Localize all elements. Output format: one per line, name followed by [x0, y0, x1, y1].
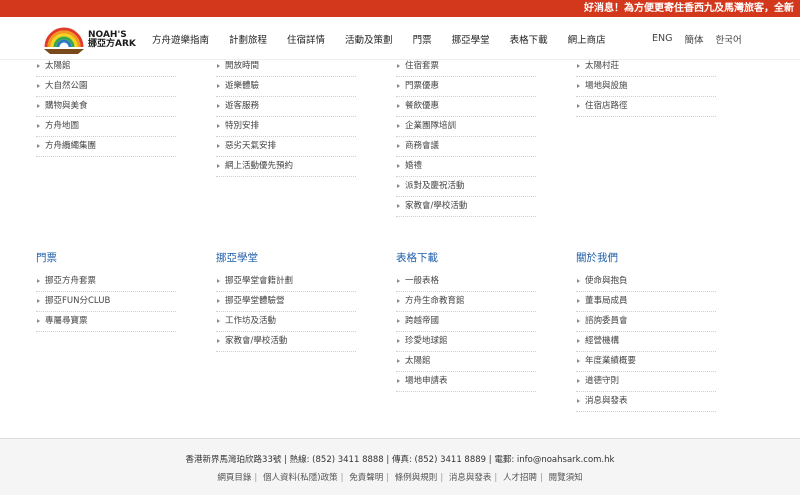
sitemap-link[interactable]: 惡劣天氣安排 — [216, 137, 356, 157]
sitemap-col-accommodation: 太陽村莊 場地與設施 住宿店路徑 — [576, 57, 726, 117]
sitemap-heading[interactable]: 關於我們 — [576, 250, 726, 264]
nav-events[interactable]: 活動及策劃 — [345, 32, 393, 46]
lang-simplified[interactable]: 簡体 — [684, 32, 703, 46]
sitemap-link[interactable]: 大自然公園 — [36, 77, 176, 97]
sitemap-col-plan: 開放時間 遊樂體驗 遊客服務 特別安排 惡劣天氣安排 網上活動優先預約 — [216, 57, 366, 177]
sitemap-link[interactable]: 購物與美食 — [36, 97, 176, 117]
sitemap-link[interactable]: 一般表格 — [396, 272, 536, 292]
sitemap-link[interactable]: 遊樂體驗 — [216, 77, 356, 97]
sitemap-link[interactable]: 家教會/學校活動 — [216, 332, 356, 352]
lang-korean[interactable]: 한국어 — [716, 32, 742, 46]
sitemap-link[interactable]: 門票優惠 — [396, 77, 536, 97]
sitemap-link[interactable]: 網上活動優先預約 — [216, 157, 356, 177]
footer-link-rules[interactable]: 條例與規則 — [395, 473, 438, 483]
sitemap-link[interactable]: 太陽館 — [36, 57, 176, 77]
nav-academy[interactable]: 挪亞學堂 — [452, 32, 490, 46]
footer-link-reading-notes[interactable]: 閱覽須知 — [549, 473, 583, 483]
language-switcher: ENG 簡体 한국어 — [652, 17, 754, 60]
sitemap-link[interactable]: 挪亞學堂體驗營 — [216, 292, 356, 312]
sitemap-link[interactable]: 挪亞方舟套票 — [36, 272, 176, 292]
sitemap-link[interactable]: 經營機構 — [576, 332, 716, 352]
ticker-text: 好消息！為方便更寄住香西九及馬灣旅客，全新 — [584, 3, 794, 14]
sitemap-link[interactable]: 派對及慶祝活動 — [396, 177, 536, 197]
sitemap-col-about: 關於我們 使命與抱負 董事局成員 諮詢委員會 經營機構 年度業績概要 道德守則 … — [576, 250, 726, 412]
footer-link-privacy[interactable]: 個人資料(私隱)政策 — [263, 473, 338, 483]
sitemap-link[interactable]: 特別安排 — [216, 117, 356, 137]
sitemap-link[interactable]: 企業團隊培訓 — [396, 117, 536, 137]
sitemap-link[interactable]: 太陽館 — [396, 352, 536, 372]
sitemap-link[interactable]: 方舟纜繩集團 — [36, 137, 176, 157]
sitemap-link[interactable]: 家教會/學校活動 — [396, 197, 536, 217]
sitemap-col-tickets: 門票 挪亞方舟套票 挪亞FUN分CLUB 專屬尋寶票 — [36, 250, 186, 332]
sitemap-link[interactable]: 場地與設施 — [576, 77, 716, 97]
news-ticker[interactable]: 好消息！為方便更寄住香西九及馬灣旅客，全新 — [0, 0, 800, 17]
noahs-ark-logo[interactable]: NOAH'S 挪亞方ARK — [44, 21, 136, 55]
sitemap-link[interactable]: 消息與發表 — [576, 392, 716, 412]
sitemap-link[interactable]: 使命與抱負 — [576, 272, 716, 292]
sitemap-link[interactable]: 商務會議 — [396, 137, 536, 157]
sitemap-link[interactable]: 專屬尋寶票 — [36, 312, 176, 332]
sitemap-col-events: 住宿套票 門票優惠 餐飲優惠 企業團隊培訓 商務會議 婚禮 派對及慶祝活動 家教… — [396, 57, 546, 217]
nav-forms[interactable]: 表格下載 — [510, 32, 548, 46]
sitemap-link[interactable]: 道德守則 — [576, 372, 716, 392]
sitemap-link[interactable]: 年度業績概要 — [576, 352, 716, 372]
sitemap-link[interactable]: 工作坊及活動 — [216, 312, 356, 332]
main-nav: 方舟遊樂指南 計劃旅程 住宿詳情 活動及策劃 門票 挪亞學堂 表格下載 網上商店 — [152, 17, 626, 60]
sitemap-col-academy: 挪亞學堂 挪亞學堂會籍計劃 挪亞學堂體驗營 工作坊及活動 家教會/學校活動 — [216, 250, 366, 352]
sitemap-link[interactable]: 開放時間 — [216, 57, 356, 77]
sitemap-link[interactable]: 餐飲優惠 — [396, 97, 536, 117]
sitemap-link[interactable]: 婚禮 — [396, 157, 536, 177]
sitemap-link[interactable]: 珍愛地球館 — [396, 332, 536, 352]
sitemap-link[interactable]: 跨越帝國 — [396, 312, 536, 332]
logo-line2: 挪亞方ARK — [88, 39, 136, 49]
sitemap-link[interactable]: 方舟生命教育館 — [396, 292, 536, 312]
sitemap-link[interactable]: 方舟地圖 — [36, 117, 176, 137]
sitemap-link[interactable]: 挪亞FUN分CLUB — [36, 292, 176, 312]
sitemap-link[interactable]: 場地申請表 — [396, 372, 536, 392]
sitemap-heading[interactable]: 挪亞學堂 — [216, 250, 366, 264]
nav-tickets[interactable]: 門票 — [413, 32, 432, 46]
sitemap-link[interactable]: 遊客服務 — [216, 97, 356, 117]
lang-eng[interactable]: ENG — [652, 33, 672, 44]
footer-link-sitemap[interactable]: 網頁目錄 — [217, 473, 251, 483]
nav-accommodation[interactable]: 住宿詳情 — [287, 32, 325, 46]
footer-links: 網頁目錄 | 個人資料(私隱)政策 | 免責聲明 | 條例與規則 | 消息與發表 | 人才… — [217, 473, 583, 483]
site-header: NOAH'S 挪亞方ARK 方舟遊樂指南 計劃旅程 住宿詳情 活動及策劃 門票 … — [0, 17, 800, 60]
sitemap-link[interactable]: 董事局成員 — [576, 292, 716, 312]
nav-shop[interactable]: 網上商店 — [568, 32, 606, 46]
sitemap-link[interactable]: 諮詢委員會 — [576, 312, 716, 332]
contact-info: 香港新界馬灣珀欣路33號 | 熱線: (852) 3411 8888 | 傳真:… — [185, 455, 615, 465]
sitemap-link[interactable]: 住宿套票 — [396, 57, 536, 77]
sitemap-link[interactable]: 挪亞學堂會籍計劃 — [216, 272, 356, 292]
footer-link-careers[interactable]: 人才招聘 — [503, 473, 537, 483]
footer-link-disclaimer[interactable]: 免責聲明 — [349, 473, 383, 483]
site-footer: 香港新界馬灣珀欣路33號 | 熱線: (852) 3411 8888 | 傳真:… — [0, 438, 800, 495]
sitemap-col-forms: 表格下載 一般表格 方舟生命教育館 跨越帝國 珍愛地球館 太陽館 場地申請表 — [396, 250, 546, 392]
nav-plan-trip[interactable]: 計劃旅程 — [229, 32, 267, 46]
sitemap-heading[interactable]: 門票 — [36, 250, 186, 264]
nav-guide[interactable]: 方舟遊樂指南 — [152, 32, 209, 46]
sitemap-heading[interactable]: 表格下載 — [396, 250, 546, 264]
sitemap-link[interactable]: 住宿店路徑 — [576, 97, 716, 117]
sitemap-link[interactable]: 太陽村莊 — [576, 57, 716, 77]
footer-link-news[interactable]: 消息與發表 — [449, 473, 492, 483]
sitemap-col-guide: 太陽館 大自然公園 購物與美食 方舟地圖 方舟纜繩集團 — [36, 57, 186, 157]
